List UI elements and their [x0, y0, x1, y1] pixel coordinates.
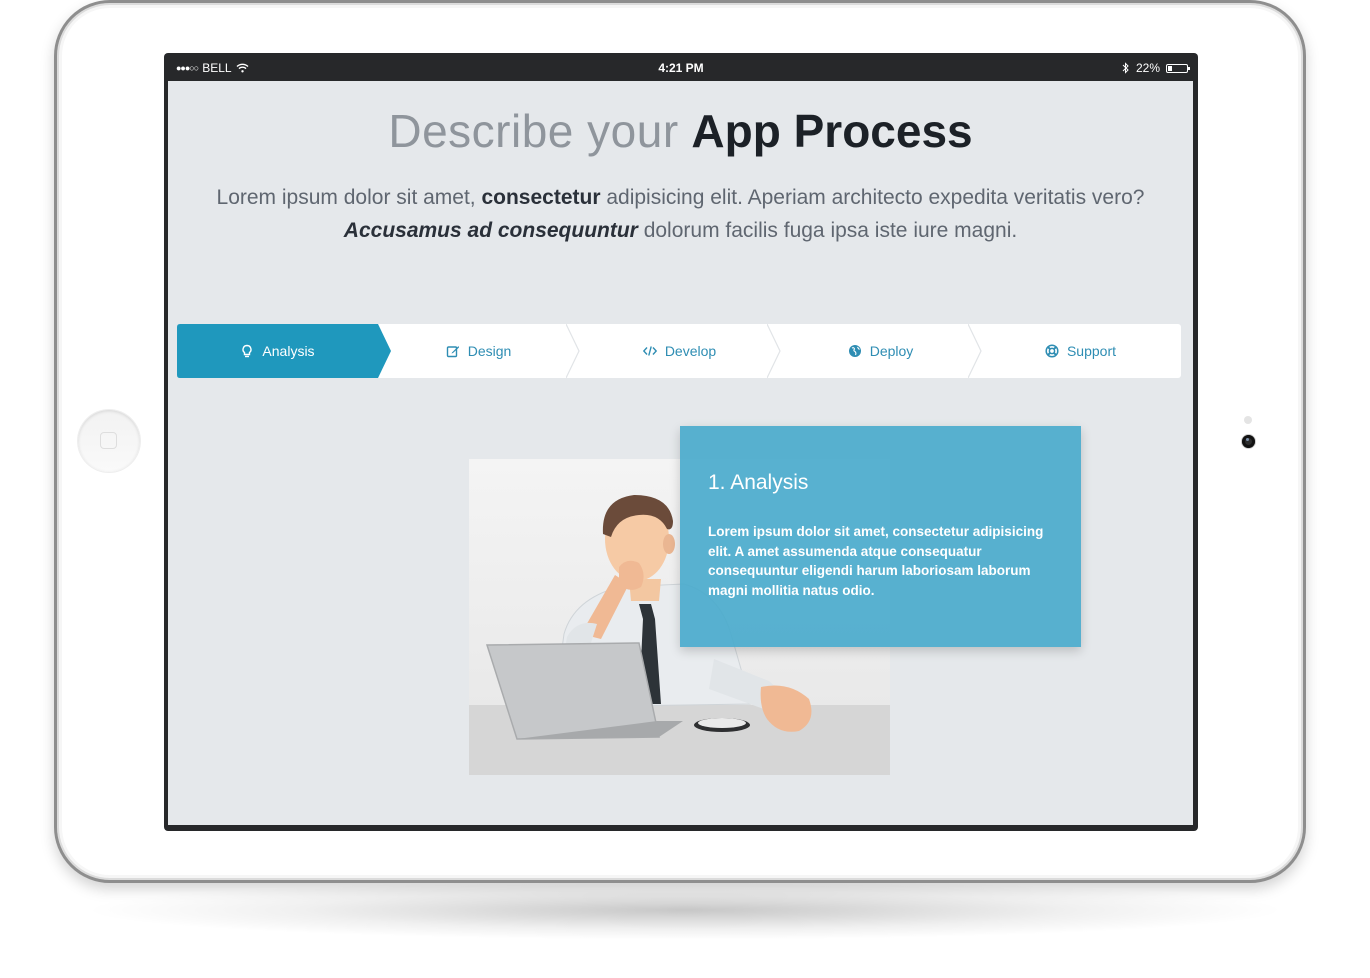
page-title-light: Describe your — [388, 105, 679, 157]
device-shadow — [80, 880, 1290, 940]
bluetooth-icon — [1122, 62, 1129, 74]
tab-divider — [767, 324, 781, 378]
intro-text-3: dolorum facilis fuga ipsa iste iure magn… — [637, 219, 1018, 242]
tab-label: Support — [1066, 343, 1117, 359]
globe-icon — [848, 345, 861, 357]
light-sensor — [1244, 416, 1252, 424]
step-detail-text: Lorem ipsum dolor sit amet, consectetur … — [708, 524, 1044, 598]
tab-label: Analysis — [262, 343, 315, 359]
step-detail-title: 1. Analysis — [708, 471, 809, 494]
screen-bezel: ●●●○○ BELL 4:21 PM 22% Describe your App… — [164, 53, 1198, 831]
tab-deploy[interactable]: Deploy — [780, 324, 982, 378]
lightbulb-icon — [242, 344, 253, 358]
lifebuoy-icon — [1045, 344, 1059, 358]
clock: 4:21 PM — [658, 61, 704, 75]
front-camera — [1242, 435, 1255, 448]
intro-text-1: Lorem ipsum dolor sit amet, — [216, 186, 482, 209]
page-title-bold: App Process — [691, 105, 973, 157]
intro-bold-italic: Accusamus ad consequuntur — [343, 219, 638, 242]
battery-percent: 22% — [1135, 61, 1160, 75]
intro-paragraph: Lorem ipsum dolor sit amet, consectetur … — [188, 181, 1173, 247]
home-button[interactable] — [78, 410, 140, 472]
app-screen: Describe your App Process Lorem ipsum do… — [168, 81, 1193, 825]
code-icon — [642, 346, 657, 356]
edit-icon — [446, 346, 459, 358]
process-steps: Analysis Design Develop Deploy Support — [177, 324, 1181, 378]
tab-design[interactable]: Design — [378, 324, 580, 378]
tab-analysis[interactable]: Analysis — [177, 324, 378, 378]
page-title: Describe your App Process — [168, 103, 1193, 159]
intro-bold: consectetur — [481, 186, 601, 209]
tab-divider — [566, 324, 580, 378]
step-detail-card: 1. Analysis Lorem ipsum dolor sit amet, … — [680, 426, 1081, 647]
tab-label: Deploy — [869, 343, 914, 359]
tab-label: Develop — [664, 343, 717, 359]
status-bar: ●●●○○ BELL 4:21 PM 22% — [164, 53, 1198, 81]
tab-support[interactable]: Support — [980, 324, 1181, 378]
intro-text-2: adipisicing elit. Aperiam architecto exp… — [600, 186, 1145, 209]
tab-develop[interactable]: Develop — [579, 324, 781, 378]
tab-label: Design — [467, 343, 512, 359]
battery-icon — [1166, 63, 1190, 73]
page: ●●●○○ BELL 4:21 PM 22% Describe your App… — [0, 0, 1370, 978]
